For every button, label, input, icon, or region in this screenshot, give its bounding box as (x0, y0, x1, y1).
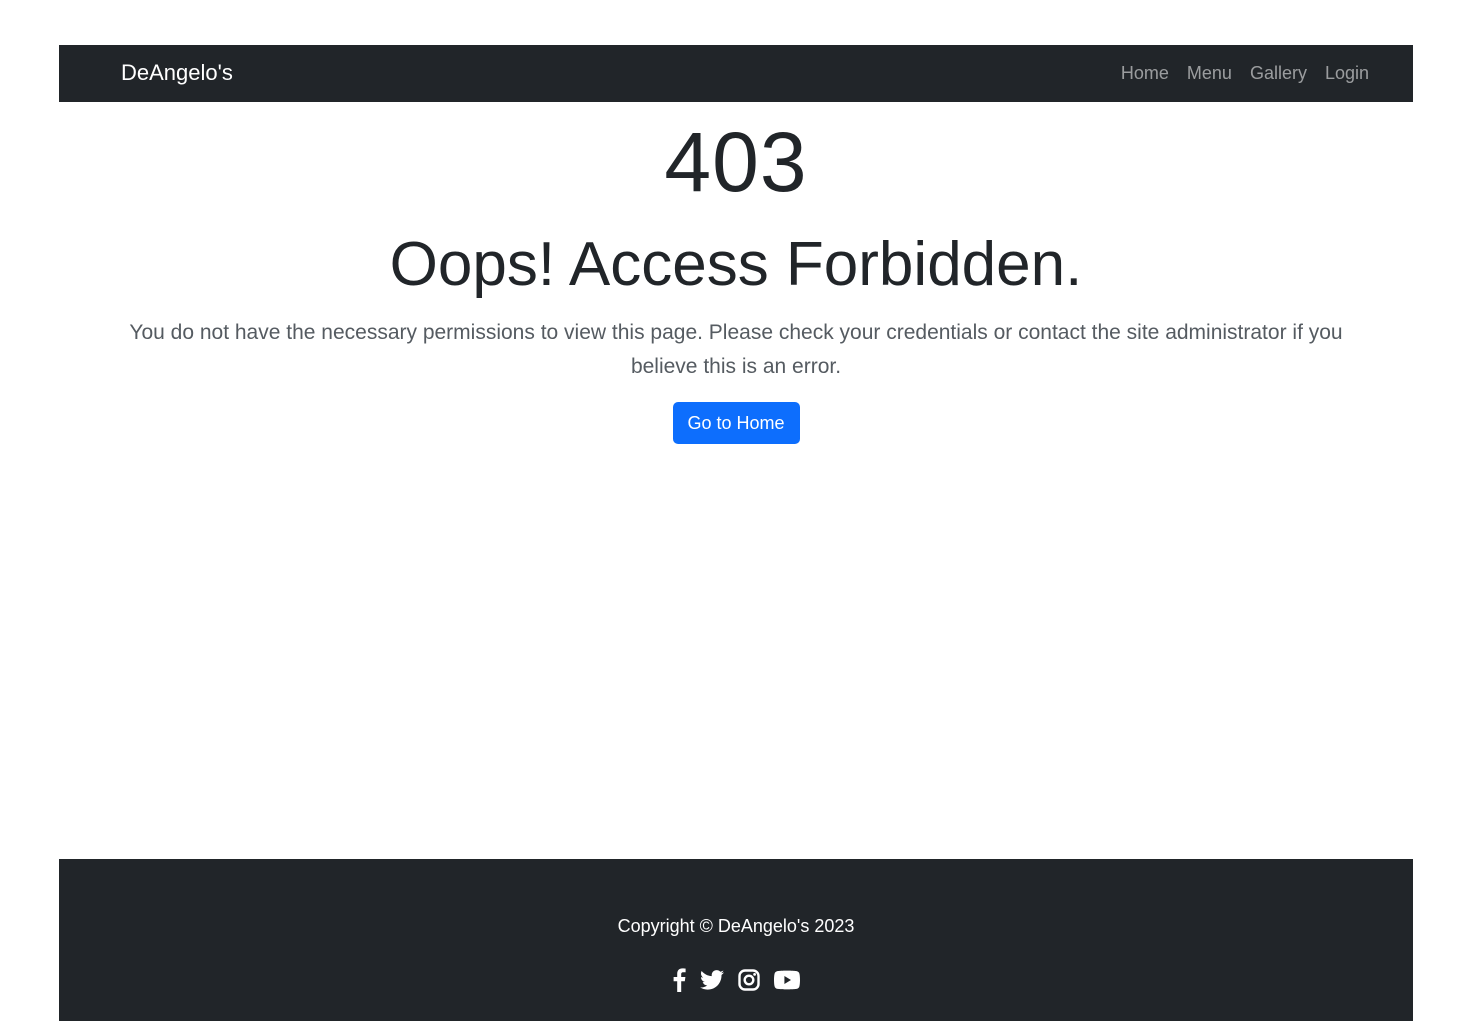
instagram-icon[interactable] (738, 966, 760, 994)
twitter-icon[interactable] (700, 966, 724, 994)
social-links (59, 966, 1413, 994)
brand-link[interactable]: DeAngelo's (121, 45, 233, 102)
page: DeAngelo's Home Menu Gallery Login 403 O… (0, 0, 1477, 1021)
error-content: 403 Oops! Access Forbidden. You do not h… (59, 102, 1413, 444)
nav-link-home[interactable]: Home (1121, 63, 1169, 84)
error-code: 403 (664, 115, 808, 209)
nav-links: Home Menu Gallery Login (1121, 45, 1369, 102)
navbar: DeAngelo's Home Menu Gallery Login (59, 45, 1413, 102)
facebook-icon[interactable] (672, 966, 686, 994)
error-message: You do not have the necessary permission… (129, 321, 1343, 378)
error-headline: Oops! Access Forbidden. (389, 230, 1083, 299)
nav-link-login[interactable]: Login (1325, 63, 1369, 84)
copyright-text: Copyright © DeAngelo's 2023 (617, 916, 855, 936)
nav-link-gallery[interactable]: Gallery (1250, 63, 1307, 84)
footer: Copyright © DeAngelo's 2023 (59, 859, 1413, 1021)
go-home-button[interactable]: Go to Home (672, 402, 800, 444)
youtube-icon[interactable] (774, 966, 800, 994)
nav-link-menu[interactable]: Menu (1187, 63, 1232, 84)
